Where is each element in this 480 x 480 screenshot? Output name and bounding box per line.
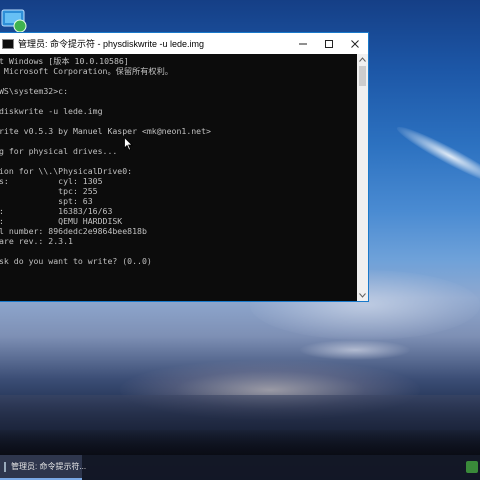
console-line: tpc: 255 (0, 186, 98, 196)
console-line: spt: 63 (0, 196, 93, 206)
minimize-button[interactable] (290, 33, 316, 54)
console-line: diskwrite -u lede.img (0, 106, 103, 116)
console-line: ion for \\.\PhysicalDrive0: (0, 166, 133, 176)
taskbar: 管理员: 命令提示符... (0, 455, 480, 480)
sky-cloud-low (300, 340, 410, 360)
console-line: Microsoft Corporation。保留所有权利。 (0, 66, 173, 76)
console-line: sk do you want to write? (0..0) (0, 256, 152, 266)
console-line: l number: 896dedc2e9864bee818b (0, 226, 147, 236)
maximize-button[interactable] (316, 33, 342, 54)
console-line: are rev.: 2.3.1 (0, 236, 73, 246)
console-line: s: cyl: 1305 (0, 176, 103, 186)
console-line: g for physical drives... (0, 146, 118, 156)
close-icon (351, 39, 359, 48)
cmd-taskbar-icon (4, 461, 6, 472)
shore-rocks (0, 430, 480, 455)
window-title: 管理员: 命令提示符 - physdiskwrite -u lede.img (18, 39, 205, 49)
console-line: t Windows [版本 10.0.10586] (0, 56, 129, 66)
scroll-up-button[interactable] (357, 54, 368, 65)
scroll-up-arrow-icon (359, 57, 366, 62)
scroll-down-button[interactable] (357, 290, 368, 301)
close-button[interactable] (342, 33, 368, 54)
system-tray-icon[interactable] (466, 461, 478, 473)
console-line: WS\system32>c: (0, 86, 69, 96)
command-prompt-window[interactable]: 管理员: 命令提示符 - physdiskwrite -u lede.img t… (0, 32, 369, 302)
window-titlebar[interactable]: 管理员: 命令提示符 - physdiskwrite -u lede.img (0, 33, 368, 54)
vertical-scrollbar[interactable] (357, 54, 368, 301)
console-output[interactable]: t Windows [版本 10.0.10586] Microsoft Corp… (0, 54, 357, 301)
sky-cloud-streak (393, 120, 480, 192)
console-line: rite v0.5.3 by Manuel Kasper <mk@neon1.n… (0, 126, 211, 136)
minimize-icon (299, 43, 307, 44)
console-line: : QEMU HARDDISK (0, 216, 123, 226)
mouse-cursor-icon (124, 136, 133, 156)
console-line: : 16383/16/63 (0, 206, 113, 216)
scroll-down-arrow-icon (359, 293, 366, 298)
taskbar-item-label: 管理员: 命令提示符... (11, 462, 87, 471)
scroll-thumb[interactable] (359, 66, 366, 86)
desktop-shortcut-icon[interactable] (0, 6, 30, 34)
maximize-icon (325, 39, 333, 48)
taskbar-item-command-prompt[interactable]: 管理员: 命令提示符... (0, 455, 86, 480)
cmd-window-icon (2, 38, 14, 49)
